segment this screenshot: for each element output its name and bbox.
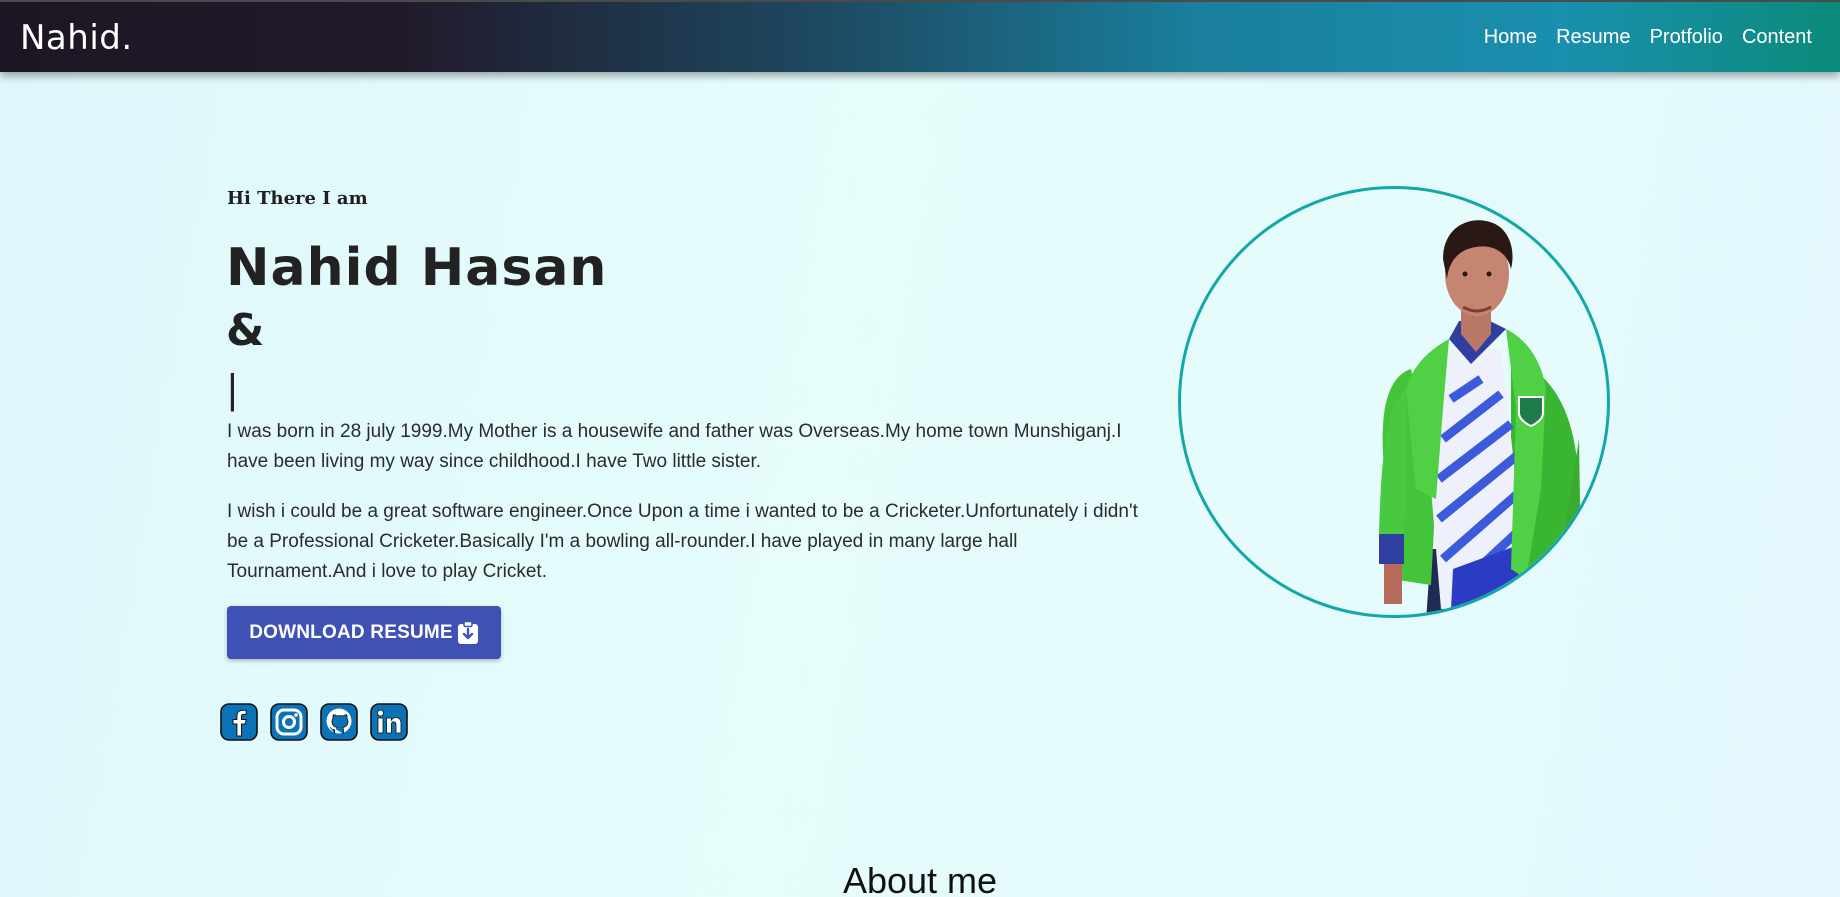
nav-link-home[interactable]: Home — [1484, 26, 1537, 49]
hero-ampersand: & — [226, 305, 265, 356]
nav-link-content[interactable]: Content — [1742, 26, 1812, 49]
about-heading: About me — [842, 860, 998, 897]
github-icon[interactable] — [320, 703, 358, 741]
hero-name: Nahid Hasan — [226, 238, 608, 298]
facebook-icon[interactable] — [220, 703, 258, 741]
navbar: Nahid. Home Resume Protfolio Content — [0, 0, 1840, 72]
brand-logo[interactable]: Nahid. — [20, 18, 133, 58]
instagram-icon[interactable] — [270, 703, 308, 741]
nav-link-portfolio[interactable]: Protfolio — [1650, 26, 1723, 49]
bio-paragraph-2: I wish i could be a great software engin… — [227, 501, 1138, 582]
hero-greeting: Hi There I am — [227, 188, 368, 209]
social-links — [220, 703, 408, 741]
linkedin-icon[interactable] — [370, 703, 408, 741]
bio-paragraph-1: I was born in 28 july 1999.My Mother is … — [227, 421, 1122, 472]
profile-photo — [1178, 186, 1610, 618]
download-resume-label: DOWNLOAD RESUME — [249, 621, 453, 643]
person-photo-illustration — [1379, 220, 1581, 615]
typing-cursor: | — [226, 367, 239, 411]
clipboard-download-icon — [457, 620, 479, 645]
download-resume-button[interactable]: DOWNLOAD RESUME — [227, 606, 501, 659]
nav-links: Home Resume Protfolio Content — [1484, 26, 1812, 49]
nav-link-resume[interactable]: Resume — [1556, 26, 1630, 49]
